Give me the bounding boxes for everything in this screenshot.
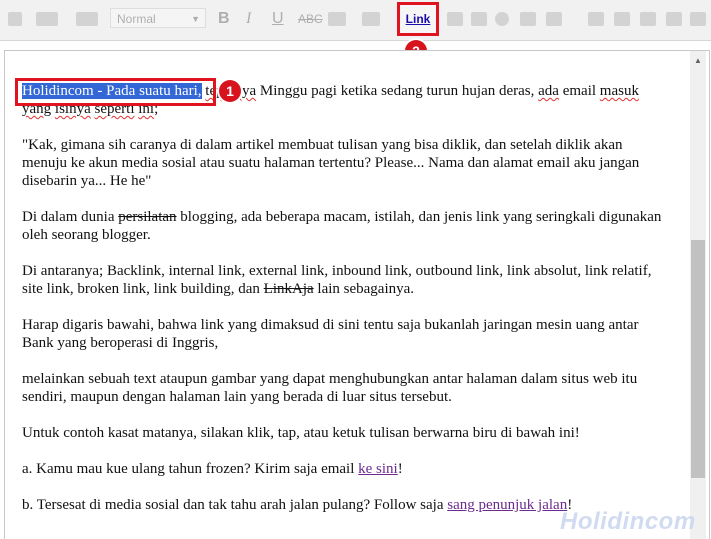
video-icon[interactable] bbox=[471, 10, 487, 28]
bold-icon[interactable]: B bbox=[218, 10, 230, 28]
paragraph-7: Untuk contoh kasat matanya, silakan klik… bbox=[22, 425, 580, 441]
paragraph-4: Di antaranya; Backlink, internal link, e… bbox=[22, 263, 652, 297]
strikethrough-icon[interactable]: ABC bbox=[298, 10, 323, 28]
follow-link[interactable]: sang penunjuk jalan bbox=[447, 497, 567, 513]
clear-format-icon[interactable] bbox=[666, 10, 682, 28]
editor-toolbar: Normal ▼ B I U ABC Link bbox=[0, 0, 711, 41]
italic-icon[interactable]: I bbox=[246, 10, 251, 28]
paragraph-3: Di dalam dunia persilatan blogging, ada … bbox=[22, 209, 662, 243]
paragraph-5: Harap digaris bawahi, bahwa link yang di… bbox=[22, 317, 639, 351]
email-link[interactable]: ke sini bbox=[358, 461, 398, 477]
scrollbar-thumb[interactable] bbox=[691, 240, 705, 478]
highlight-icon[interactable] bbox=[362, 10, 380, 28]
paragraph-2: "Kak, gimana sih caranya di dalam artike… bbox=[22, 137, 640, 189]
image-icon[interactable] bbox=[447, 10, 463, 28]
scroll-up-arrow-icon[interactable]: ▲ bbox=[690, 53, 706, 67]
editor-area[interactable]: Holidincom - Pada suatu hari, tepatnya M… bbox=[4, 50, 710, 539]
spellcheck-icon[interactable] bbox=[690, 10, 706, 28]
chevron-down-icon: ▼ bbox=[191, 14, 200, 24]
paragraph-8: a. Kamu mau kue ulang tahun frozen? Kiri… bbox=[22, 461, 403, 477]
numbered-list-icon[interactable] bbox=[588, 10, 604, 28]
paragraph-style-select[interactable]: Normal ▼ bbox=[110, 8, 206, 28]
editor-content[interactable]: Holidincom - Pada suatu hari, tepatnya M… bbox=[22, 82, 662, 532]
text-color-icon[interactable] bbox=[328, 10, 346, 28]
break-icon[interactable] bbox=[520, 10, 536, 28]
step-badge-1: 1 bbox=[219, 80, 241, 102]
link-button[interactable]: Link bbox=[397, 2, 439, 36]
align-icon[interactable] bbox=[546, 10, 562, 28]
underline-icon[interactable]: U bbox=[272, 10, 284, 28]
paragraph-6: melainkan sebuah text ataupun gambar yan… bbox=[22, 371, 638, 405]
emoji-icon[interactable] bbox=[495, 10, 509, 28]
heading-icon[interactable] bbox=[76, 10, 98, 28]
font-family-icon[interactable] bbox=[8, 10, 22, 28]
bulleted-list-icon[interactable] bbox=[614, 10, 630, 28]
selection-highlight-box bbox=[15, 78, 216, 106]
quote-icon[interactable] bbox=[640, 10, 656, 28]
watermark-logo: Holidincom bbox=[560, 508, 696, 535]
font-size-icon[interactable] bbox=[36, 10, 58, 28]
